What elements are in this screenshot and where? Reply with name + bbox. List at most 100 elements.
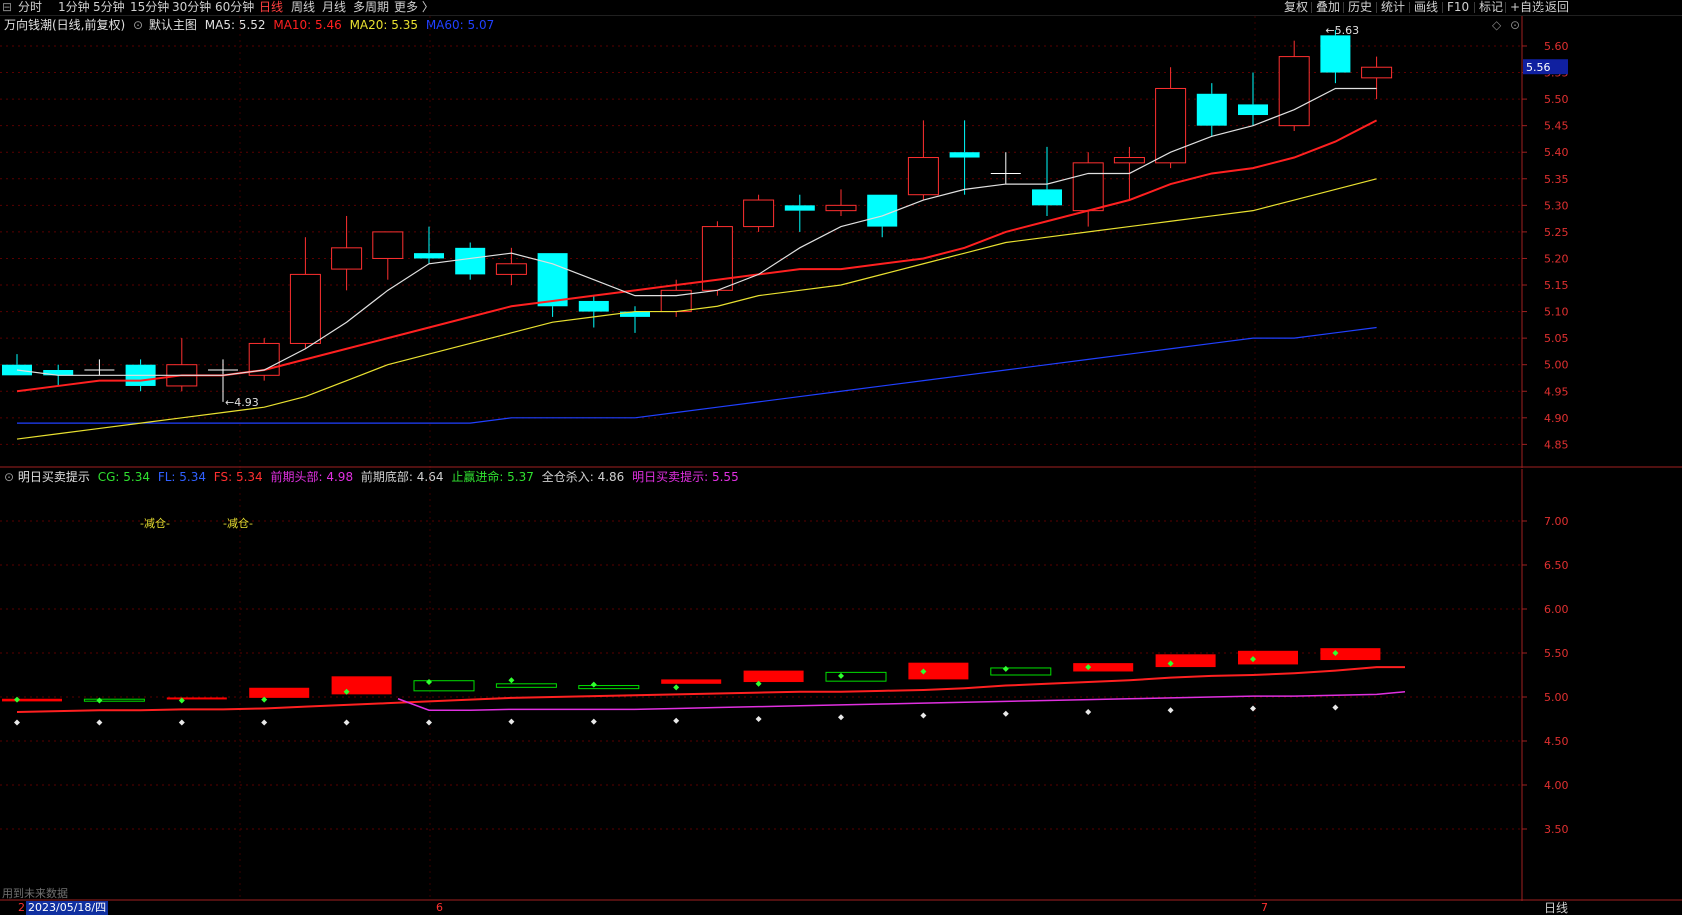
period-tab-10[interactable]: 更多 〉 [394, 0, 434, 15]
candle-body [949, 152, 980, 158]
signal-block-up [331, 676, 392, 695]
candle-body [414, 253, 444, 259]
period-tab-1[interactable]: 1分钟 [58, 0, 90, 15]
reduce-position-label: -减仓- [140, 516, 170, 530]
buy-diamond [14, 696, 20, 703]
indicator-chart[interactable]: 7.00 6.50 6.00 5.50 5.00 4.50 4.00 3.50 -减仓- -减仓- [0, 469, 1682, 901]
candle-body [825, 204, 857, 212]
period-tab-8[interactable]: 月线 [322, 0, 346, 15]
toolbar-divider [1343, 2, 1344, 13]
y-tick-label: 5.45 [1544, 120, 1569, 133]
buy-diamond [1002, 665, 1009, 672]
floor-diamond [590, 718, 597, 725]
floor-diamond [755, 716, 762, 722]
period-tab-6[interactable]: 日线 [259, 0, 283, 15]
candle-body [1032, 189, 1062, 206]
y-tick-label: 5.60 [1544, 40, 1569, 53]
floor-diamond [508, 718, 515, 725]
candle-body [784, 205, 815, 211]
candle-body [1113, 157, 1145, 164]
candle-body [1278, 56, 1310, 127]
toolbar-button-1[interactable]: 叠加 [1316, 0, 1340, 15]
ind-y-tick-label: 5.00 [1544, 691, 1569, 704]
y-tick-label: 5.10 [1544, 306, 1569, 319]
toolbar-divider [1376, 2, 1377, 13]
period-button[interactable]: 日线 [1544, 901, 1568, 915]
floor-diamond [96, 719, 103, 726]
candle-body [1196, 93, 1227, 126]
floor-diamond [1085, 708, 1092, 715]
period-tab-4[interactable]: 30分钟 [172, 0, 211, 15]
period-tab-2[interactable]: 5分钟 [93, 0, 125, 15]
toolbar-divider [1442, 2, 1443, 13]
month-marker: 7 [1261, 901, 1268, 914]
date-badge: 2023/05/18/四 [26, 901, 109, 915]
buy-diamond [508, 677, 515, 684]
ind-y-tick-label: 6.00 [1544, 603, 1569, 616]
period-tab-7[interactable]: 周线 [291, 0, 315, 15]
period-tab-9[interactable]: 多周期 [353, 0, 389, 15]
period-toolbar: ⊟ 分时 1分钟 5分钟 15分钟 30分钟 60分钟 日线 周线 月线 多周期 更多 〉 复权 叠加… [0, 0, 1682, 16]
y-tick-label: 5.40 [1544, 146, 1569, 159]
buy-diamond [426, 679, 432, 686]
period-tab-5[interactable]: 60分钟 [215, 0, 254, 15]
floor-diamond [838, 714, 844, 721]
candle-body [660, 289, 692, 313]
toolbar-button-7[interactable]: +自选 [1510, 0, 1544, 15]
signal-block-up [908, 662, 969, 680]
floor-diamond [920, 712, 927, 719]
toolbar-divider [1409, 2, 1410, 13]
y-tick-label: 5.15 [1544, 279, 1569, 292]
current-price-text: 5.56 [1526, 61, 1551, 74]
candle-body [743, 199, 775, 228]
signal-block-down [83, 698, 145, 702]
signal-block-up [1155, 654, 1216, 668]
toolbar-button-0[interactable]: 复权 [1284, 0, 1308, 15]
floor-diamond [14, 719, 20, 726]
signal-block-down [578, 685, 640, 690]
toolbar-button-3[interactable]: 统计 [1381, 0, 1405, 15]
y-tick-label: 5.00 [1544, 359, 1569, 372]
toolbar-button-2[interactable]: 历史 [1348, 0, 1372, 15]
period-tab-0[interactable]: 分时 [18, 0, 42, 15]
candle-body [372, 231, 404, 259]
toolbar-button-8[interactable]: 返回 [1545, 0, 1569, 15]
floor-diamond [1332, 704, 1339, 711]
ind-y-tick-label: 3.50 [1544, 823, 1569, 836]
toolbar-divider [1311, 2, 1312, 13]
signal-block-up [1238, 650, 1298, 665]
y-tick-label: 5.20 [1544, 252, 1569, 265]
signal-block-up [249, 687, 310, 698]
date-axis [0, 901, 1682, 915]
candlestick-chart[interactable]: 5.605.555.505.455.405.355.305.255.205.15… [0, 16, 1682, 468]
buy-diamond [838, 672, 844, 679]
signal-block-down [825, 671, 887, 682]
floor-diamond [1002, 710, 1009, 717]
signal-block-up [743, 670, 804, 683]
collapse-icon[interactable]: ⊟ [2, 0, 12, 15]
ma20-line [16, 178, 1377, 440]
candle-body [289, 273, 321, 344]
toolbar-button-6[interactable]: 标记 [1479, 0, 1503, 15]
month-marker: 6 [436, 901, 443, 914]
toolbar-button-5[interactable]: F10 [1447, 0, 1469, 15]
candle-body [1320, 35, 1351, 73]
buy-diamond [673, 684, 680, 691]
period-tab-3[interactable]: 15分钟 [130, 0, 169, 15]
candle-body [455, 247, 486, 275]
toolbar-button-4[interactable]: 画线 [1414, 0, 1438, 15]
toolbar-divider [1505, 2, 1506, 13]
candle-body [331, 247, 363, 270]
candle-body [578, 300, 609, 312]
floor-diamond [1167, 707, 1174, 714]
candle-body [495, 263, 527, 275]
ind-y-tick-label: 7.00 [1544, 515, 1569, 528]
ind-y-tick-label: 4.50 [1544, 735, 1569, 748]
month-marker: 2 [18, 901, 25, 914]
signal-block-up [2, 698, 62, 702]
y-tick-label: 4.85 [1544, 438, 1569, 451]
signal-block-down [413, 680, 475, 692]
high-marker: ←5.63 [1325, 24, 1359, 37]
signal-block-up [1320, 648, 1381, 661]
buy-diamond [590, 681, 597, 688]
